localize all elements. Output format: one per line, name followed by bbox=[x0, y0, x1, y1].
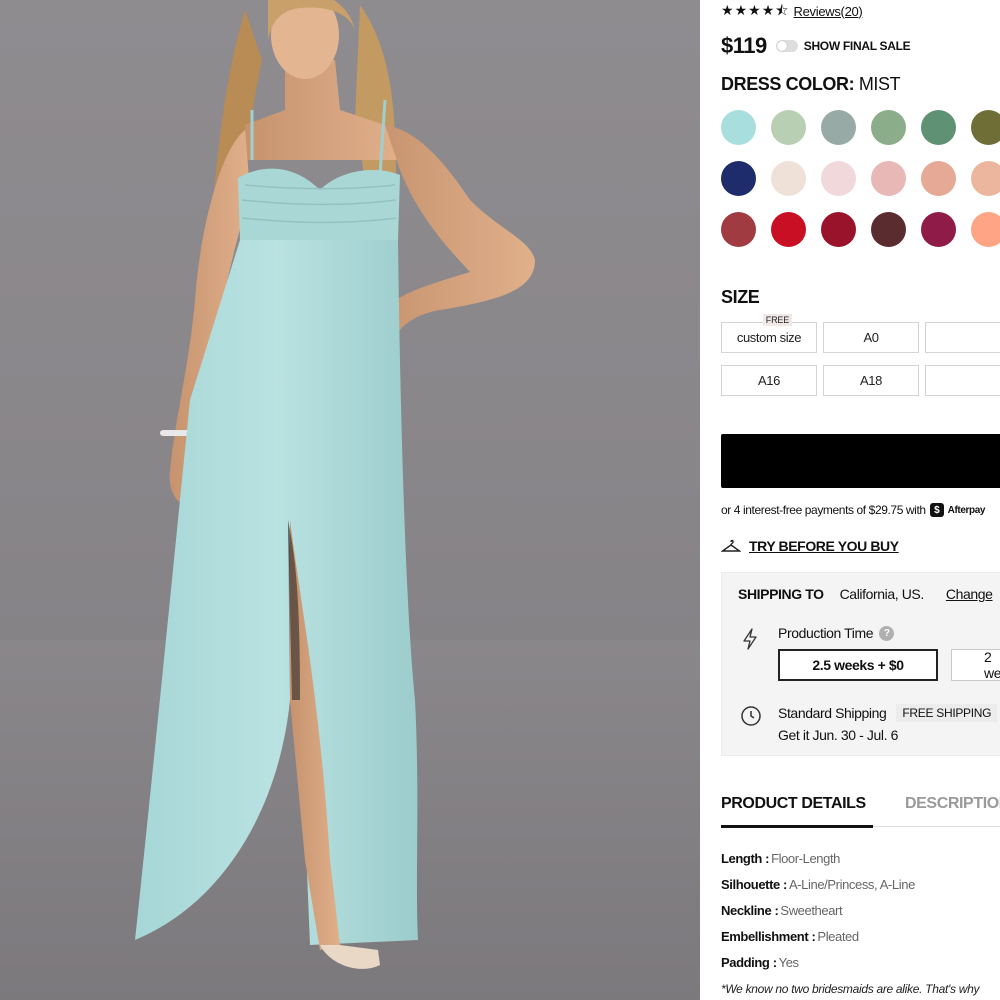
size-option[interactable]: custom size FREE bbox=[721, 314, 817, 353]
tab-description[interactable]: DESCRIPTION bbox=[905, 795, 1000, 823]
color-swatch[interactable] bbox=[821, 212, 856, 247]
color-swatch[interactable] bbox=[921, 212, 956, 247]
color-swatch[interactable] bbox=[821, 110, 856, 145]
product-info-panel: ★ ★ ★ ★ ⯪ Reviews(20) $119 SHOW FINAL SA… bbox=[721, 0, 1000, 1000]
size-option-label: A0 bbox=[863, 330, 879, 345]
swatch-row bbox=[721, 212, 1000, 247]
color-swatch[interactable] bbox=[921, 110, 956, 145]
try-before-you-buy-link[interactable]: TRY BEFORE YOU BUY bbox=[749, 538, 899, 554]
detail-key: Silhouette : bbox=[721, 876, 787, 892]
swatch-row bbox=[721, 161, 1000, 196]
detail-row: Neckline : Sweetheart bbox=[721, 897, 915, 923]
size-option-label: A16 bbox=[758, 373, 780, 388]
color-swatch[interactable] bbox=[971, 212, 1000, 247]
product-image bbox=[0, 0, 700, 1000]
detail-value: Yes bbox=[778, 954, 799, 970]
size-option[interactable]: A16 bbox=[721, 365, 817, 396]
clock-icon bbox=[741, 706, 761, 726]
size-option-label: custom size bbox=[736, 330, 802, 345]
detail-key: Neckline : bbox=[721, 902, 779, 918]
size-row: A16 A18 bbox=[721, 365, 1000, 396]
rating-row: ★ ★ ★ ★ ⯪ Reviews(20) bbox=[721, 2, 863, 20]
add-to-bag-button[interactable] bbox=[721, 434, 1000, 488]
detail-value: Pleated bbox=[817, 928, 859, 944]
size-option[interactable]: A0 bbox=[823, 322, 919, 353]
afterpay-message: or 4 interest-free payments of $29.75 wi… bbox=[721, 503, 985, 517]
afterpay-text: or 4 interest-free payments of $29.75 wi… bbox=[721, 503, 926, 517]
afterpay-brand[interactable]: Afterpay bbox=[948, 505, 986, 516]
star-rating: ★ ★ ★ ★ ⯪ bbox=[721, 4, 789, 18]
color-swatch[interactable] bbox=[971, 110, 1000, 145]
tab-product-details[interactable]: PRODUCT DETAILS bbox=[721, 795, 873, 828]
detail-value: A-Line/Princess, A-Line bbox=[788, 876, 915, 892]
detail-key: Padding : bbox=[721, 954, 777, 970]
star-icon: ★ bbox=[761, 3, 775, 19]
detail-row: Silhouette : A-Line/Princess, A-Line bbox=[721, 871, 915, 897]
size-option[interactable] bbox=[925, 322, 1000, 353]
color-swatch[interactable] bbox=[721, 161, 756, 196]
half-star-icon: ⯪ bbox=[775, 3, 789, 19]
production-option-selected[interactable]: 2.5 weeks + $0 bbox=[778, 649, 938, 681]
color-swatch[interactable] bbox=[721, 212, 756, 247]
free-tag: FREE bbox=[762, 314, 792, 326]
reviews-link[interactable]: Reviews(20) bbox=[794, 4, 863, 19]
final-sale-label: SHOW FINAL SALE bbox=[803, 39, 911, 53]
standard-shipping-label: Standard Shipping bbox=[778, 705, 887, 721]
color-swatch[interactable] bbox=[871, 212, 906, 247]
product-details-list: Length : Floor-Length Silhouette : A-Line/P… bbox=[721, 845, 915, 975]
color-swatch[interactable] bbox=[871, 161, 906, 196]
selected-color-name: MIST bbox=[858, 74, 901, 94]
color-swatch[interactable] bbox=[971, 161, 1000, 196]
dress-color-heading: DRESS COLOR: MIST bbox=[721, 74, 901, 95]
afterpay-icon: $ bbox=[929, 503, 944, 517]
shipping-to-label: SHIPPING TO bbox=[738, 586, 824, 602]
detail-row: Length : Floor-Length bbox=[721, 845, 915, 871]
detail-key: Embellishment : bbox=[721, 928, 816, 944]
size-option[interactable] bbox=[925, 365, 1000, 396]
free-shipping-badge: FREE SHIPPING bbox=[896, 704, 998, 722]
price-row: $119 SHOW FINAL SALE bbox=[721, 32, 911, 60]
detail-row: Padding : Yes bbox=[721, 949, 915, 975]
size-row: custom size FREE A0 bbox=[721, 314, 1000, 353]
help-icon[interactable]: ? bbox=[879, 625, 895, 641]
size-heading: SIZE bbox=[721, 287, 760, 307]
shipping-location: California, US. bbox=[839, 586, 925, 602]
model-illustration bbox=[0, 0, 700, 1000]
color-swatch[interactable] bbox=[771, 110, 806, 145]
star-icon: ★ bbox=[721, 3, 734, 19]
detail-key: Length : bbox=[721, 850, 770, 866]
final-sale-toggle[interactable] bbox=[775, 40, 798, 52]
lightning-icon bbox=[743, 628, 757, 650]
standard-shipping-row: Standard Shipping FREE SHIPPING bbox=[778, 704, 998, 722]
size-grid: custom size FREE A0 A16 A18 bbox=[721, 314, 1000, 408]
production-option-alt[interactable]: 2 weeks bbox=[951, 649, 1000, 681]
production-time-row: Production Time ? bbox=[778, 625, 895, 641]
color-swatch[interactable] bbox=[821, 161, 856, 196]
size-option-label: A18 bbox=[860, 373, 882, 388]
product-tabs: PRODUCT DETAILS DESCRIPTION bbox=[721, 795, 1000, 828]
production-time-label: Production Time bbox=[778, 625, 874, 641]
delivery-estimate: Get it Jun. 30 - Jul. 6 bbox=[778, 727, 898, 743]
footnote: *We know no two bridesmaids are alike. T… bbox=[721, 982, 980, 996]
price: $119 bbox=[721, 33, 767, 58]
swatch-row bbox=[721, 110, 1000, 145]
shipping-to-row: SHIPPING TO California, US. Change bbox=[738, 586, 993, 602]
color-swatch-grid bbox=[721, 110, 1000, 263]
star-icon: ★ bbox=[734, 3, 748, 19]
detail-value: Floor-Length bbox=[771, 850, 840, 866]
color-swatch[interactable] bbox=[771, 161, 806, 196]
color-swatch[interactable] bbox=[921, 161, 956, 196]
size-option[interactable]: A18 bbox=[823, 365, 919, 396]
color-swatch[interactable] bbox=[721, 110, 756, 145]
color-swatch[interactable] bbox=[771, 212, 806, 247]
star-icon: ★ bbox=[748, 3, 761, 19]
dress-color-label: DRESS COLOR: bbox=[721, 74, 855, 94]
detail-value: Sweetheart bbox=[780, 902, 843, 918]
color-swatch[interactable] bbox=[871, 110, 906, 145]
hanger-icon bbox=[721, 539, 741, 552]
change-location-link[interactable]: Change bbox=[946, 586, 993, 602]
shipping-box: SHIPPING TO California, US. Change Produ… bbox=[721, 572, 1000, 756]
detail-row: Embellishment : Pleated bbox=[721, 923, 915, 949]
try-before-you-buy-row[interactable]: TRY BEFORE YOU BUY bbox=[721, 538, 899, 554]
